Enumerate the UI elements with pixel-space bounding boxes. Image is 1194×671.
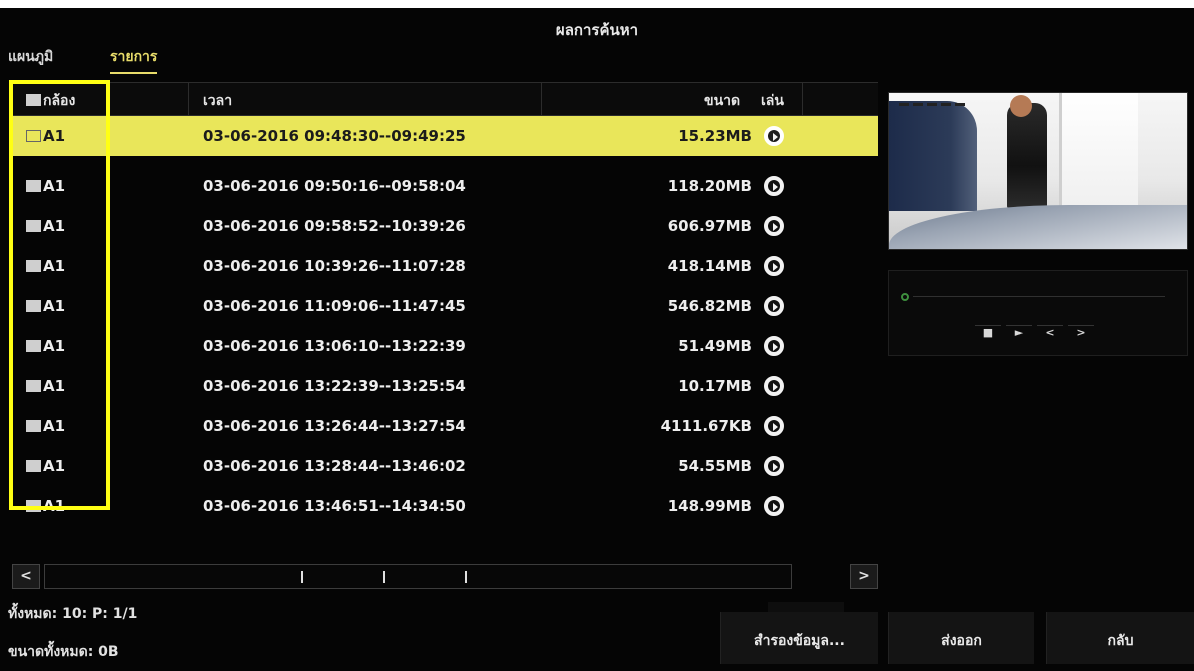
export-button[interactable]: ส่งออก [888, 612, 1034, 664]
horizontal-scrollbar[interactable]: < > [12, 564, 878, 589]
scroll-right-button[interactable]: > [850, 564, 878, 589]
progress-indicator-icon[interactable] [901, 293, 909, 301]
table-row[interactable]: A1 03-06-2016 09:48:30--09:49:25 15.23MB [12, 116, 878, 156]
play-control-icon[interactable]: ► [1006, 325, 1032, 340]
size-cell: 4111.67KB [660, 417, 752, 435]
preview-person-head [1010, 95, 1032, 117]
header-camera[interactable]: กล้อง [26, 90, 75, 112]
row-checkbox[interactable] [26, 340, 41, 352]
play-icon[interactable] [764, 456, 784, 476]
camera-cell: A1 [26, 377, 65, 395]
preview-person [1007, 103, 1047, 208]
header-play: เล่น [761, 93, 784, 109]
size-cell: 15.23MB [678, 127, 752, 145]
row-checkbox[interactable] [26, 460, 41, 472]
tab-list[interactable]: รายการ [110, 46, 158, 74]
table-row[interactable]: A1 03-06-2016 11:09:06--11:47:45 546.82M… [12, 286, 878, 326]
row-checkbox[interactable] [26, 500, 41, 512]
time-cell: 03-06-2016 09:50:16--09:58:04 [203, 177, 466, 195]
row-checkbox[interactable] [26, 300, 41, 312]
window-title: ผลการค้นหา [555, 21, 639, 39]
next-icon[interactable]: > [1068, 325, 1094, 340]
camera-cell: A1 [26, 497, 65, 515]
preview-figure-left [889, 101, 977, 211]
camera-cell: A1 [26, 417, 65, 435]
time-cell: 03-06-2016 10:39:26--11:07:28 [203, 257, 466, 275]
size-cell: 10.17MB [678, 377, 752, 395]
header-time[interactable]: เวลา [203, 90, 232, 112]
total-count: ทั้งหมด: 10: P: 1/1 [8, 606, 138, 622]
table-row[interactable]: A1 03-06-2016 13:22:39--13:25:54 10.17MB [12, 366, 878, 406]
time-cell: 03-06-2016 13:46:51--14:34:50 [203, 497, 466, 515]
timeline-tick [465, 571, 467, 583]
table-row[interactable]: A1 03-06-2016 13:06:10--13:22:39 51.49MB [12, 326, 878, 366]
row-checkbox[interactable] [26, 130, 41, 142]
prev-icon[interactable]: < [1037, 325, 1063, 340]
results-table: กล้อง เวลา ขนาด เล่น A1 03-06-2016 09:48… [12, 82, 878, 516]
search-results-window: ผลการค้นหา แผนภูมิ รายการ กล้อง เวลา ขนา… [0, 8, 1194, 671]
column-divider [802, 83, 803, 115]
size-cell: 148.99MB [667, 497, 752, 515]
camera-cell: A1 [26, 457, 65, 475]
table-row[interactable]: A1 03-06-2016 13:46:51--14:34:50 148.99M… [12, 486, 878, 526]
total-size: ขนาดทั้งหมด: 0B [8, 644, 119, 660]
backup-button[interactable]: สำรองข้อมูล... [720, 612, 878, 664]
row-checkbox[interactable] [26, 220, 41, 232]
play-icon[interactable] [764, 416, 784, 436]
play-icon[interactable] [764, 336, 784, 356]
column-divider [188, 83, 189, 115]
time-cell: 03-06-2016 13:06:10--13:22:39 [203, 337, 466, 355]
row-checkbox[interactable] [26, 180, 41, 192]
table-header: กล้อง เวลา ขนาด เล่น [12, 82, 878, 116]
progress-bar[interactable] [913, 296, 1165, 297]
scroll-left-button[interactable]: < [12, 564, 40, 589]
size-cell: 54.55MB [678, 457, 752, 475]
size-cell: 118.20MB [667, 177, 752, 195]
time-cell: 03-06-2016 13:22:39--13:25:54 [203, 377, 466, 395]
play-icon[interactable] [764, 256, 784, 276]
table-row[interactable]: A1 03-06-2016 13:28:44--13:46:02 54.55MB [12, 446, 878, 486]
tab-chart[interactable]: แผนภูมิ [8, 46, 53, 72]
size-cell: 606.97MB [667, 217, 752, 235]
preview-overlay-line [899, 103, 969, 106]
time-cell: 03-06-2016 13:26:44--13:27:54 [203, 417, 466, 435]
size-cell: 51.49MB [678, 337, 752, 355]
row-checkbox[interactable] [26, 260, 41, 272]
video-preview[interactable] [888, 92, 1188, 250]
play-icon[interactable] [764, 496, 784, 516]
column-divider [541, 83, 542, 115]
time-cell: 03-06-2016 11:09:06--11:47:45 [203, 297, 466, 315]
play-icon[interactable] [764, 376, 784, 396]
playback-panel: ■ ► < > [888, 270, 1188, 356]
camera-cell: A1 [26, 257, 65, 275]
preview-floor [889, 205, 1187, 249]
size-cell: 546.82MB [667, 297, 752, 315]
play-icon[interactable] [764, 126, 784, 146]
table-row[interactable]: A1 03-06-2016 09:50:16--09:58:04 118.20M… [12, 166, 878, 206]
scroll-track[interactable] [44, 564, 792, 589]
camera-cell: A1 [26, 217, 65, 235]
camera-cell: A1 [26, 297, 65, 315]
timeline-tick [383, 571, 385, 583]
camera-cell: A1 [26, 177, 65, 195]
play-icon[interactable] [764, 176, 784, 196]
back-button[interactable]: กลับ [1046, 612, 1194, 664]
stop-icon[interactable]: ■ [975, 325, 1001, 340]
time-cell: 03-06-2016 09:48:30--09:49:25 [203, 127, 466, 145]
row-checkbox[interactable] [26, 420, 41, 432]
row-checkbox[interactable] [26, 380, 41, 392]
table-row[interactable]: A1 03-06-2016 09:58:52--10:39:26 606.97M… [12, 206, 878, 246]
time-cell: 03-06-2016 09:58:52--10:39:26 [203, 217, 466, 235]
camera-cell: A1 [26, 337, 65, 355]
time-cell: 03-06-2016 13:28:44--13:46:02 [203, 457, 466, 475]
table-row[interactable]: A1 03-06-2016 10:39:26--11:07:28 418.14M… [12, 246, 878, 286]
camera-cell: A1 [26, 127, 65, 145]
select-all-checkbox[interactable] [26, 94, 41, 106]
header-size[interactable]: ขนาด [704, 90, 740, 112]
play-icon[interactable] [764, 296, 784, 316]
size-cell: 418.14MB [667, 257, 752, 275]
timeline-tick [301, 571, 303, 583]
play-icon[interactable] [764, 216, 784, 236]
table-row[interactable]: A1 03-06-2016 13:26:44--13:27:54 4111.67… [12, 406, 878, 446]
